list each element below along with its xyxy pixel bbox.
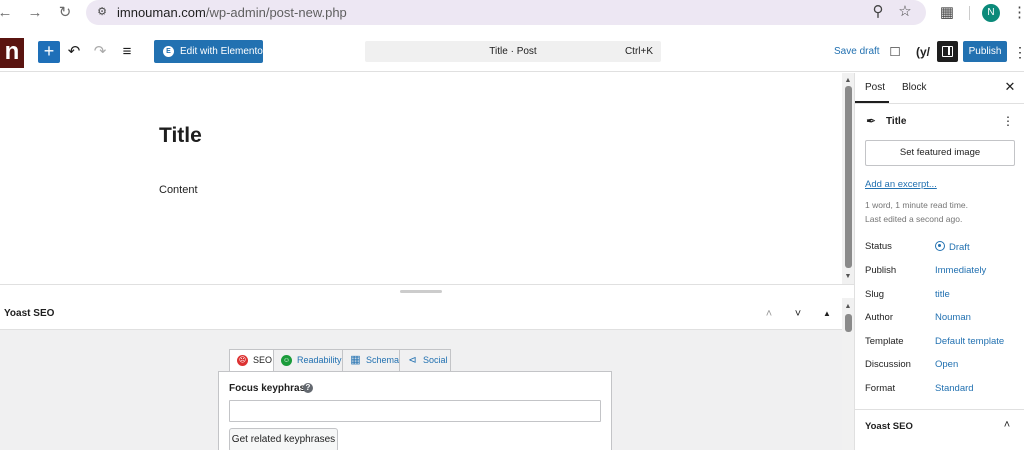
format-value[interactable]: Standard	[935, 383, 974, 394]
discussion-value[interactable]: Open	[935, 359, 958, 370]
yoast-tab-seo[interactable]: ☹ SEO	[229, 349, 274, 372]
address-bar[interactable]: ⚙ imnouman.com/wp-admin/post-new.php ⚲ ☆	[86, 0, 926, 25]
collapse-metabox-icon[interactable]: ▲	[820, 306, 834, 322]
focus-keyphrase-label: Focus keyphrase	[229, 383, 311, 394]
publish-label: Publish	[865, 265, 897, 276]
yoast-tab-label: Social	[423, 355, 448, 365]
focus-keyphrase-input[interactable]	[229, 400, 601, 422]
url-path: /wp-admin/post-new.php	[205, 5, 347, 20]
chevron-up-icon[interactable]: ˄	[1000, 418, 1014, 432]
publish-value[interactable]: Immediately	[935, 265, 986, 276]
command-title: Title · Post	[489, 46, 537, 57]
settings-sidebar-toggle[interactable]	[937, 41, 958, 62]
sidebar-icon	[942, 46, 953, 57]
scroll-down-arrow-icon[interactable]: ▼	[842, 272, 854, 282]
resize-handle[interactable]	[400, 290, 442, 293]
yoast-tab-label: Readability	[297, 355, 342, 365]
schema-grid-icon: ▦	[350, 354, 361, 366]
canvas-scrollbar-thumb[interactable]	[845, 86, 852, 268]
document-actions-icon[interactable]: ⋮	[1002, 114, 1014, 128]
save-draft-button[interactable]: Save draft	[834, 46, 880, 57]
yoast-metabox-title: Yoast SEO	[4, 308, 55, 319]
elementor-button-label: Edit with Elementor	[180, 46, 267, 57]
active-tab-indicator	[855, 101, 889, 103]
yoast-tab-label: Schema	[366, 355, 400, 365]
set-featured-image-button[interactable]: Set featured image	[865, 140, 1015, 166]
preview-icon[interactable]: □	[885, 41, 905, 63]
undo-icon[interactable]: ↶	[64, 41, 84, 63]
publish-button[interactable]: Publish	[963, 41, 1007, 62]
format-label: Format	[865, 383, 896, 394]
author-value[interactable]: Nouman	[935, 312, 971, 323]
slug-value[interactable]: title	[935, 289, 950, 300]
post-content[interactable]: Content	[159, 184, 198, 196]
sidebar-tab-block[interactable]: Block	[902, 82, 926, 93]
readability-score-icon: ☺	[281, 355, 292, 366]
status-value-text: Draft	[949, 242, 970, 253]
last-edited-text: Last edited a second ago.	[865, 214, 963, 224]
yoast-tab-readability[interactable]: ☺ Readability	[273, 349, 343, 371]
editor-canvas[interactable]	[0, 73, 854, 284]
read-time-text: 1 word, 1 minute read time.	[865, 200, 968, 210]
site-logo[interactable]: n	[0, 38, 24, 68]
screen: ← → ↻ ⚙ imnouman.com/wp-admin/post-new.p…	[0, 0, 1024, 450]
template-value[interactable]: Default template	[935, 336, 1004, 347]
reload-icon[interactable]: ↻	[56, 4, 74, 22]
redo-icon[interactable]: ↷	[90, 41, 110, 63]
close-icon[interactable]: ✕	[1003, 80, 1017, 94]
command-shortcut: Ctrl+K	[624, 46, 653, 57]
extensions-icon[interactable]: ▦	[937, 3, 957, 23]
share-icon: ⊲	[408, 355, 417, 366]
scroll-up-arrow-icon[interactable]: ▲	[842, 76, 854, 86]
edit-with-elementor-button[interactable]: E Edit with Elementor	[154, 40, 267, 63]
yoast-tab-schema[interactable]: ▦ Schema	[342, 349, 400, 371]
get-related-keyphrases-button[interactable]: Get related keyphrases	[229, 428, 338, 450]
back-arrow-icon[interactable]: ←	[0, 4, 14, 22]
yoast-tab-label: SEO	[253, 355, 273, 365]
profile-avatar[interactable]: N	[982, 4, 1000, 22]
seo-score-icon: ☹	[237, 355, 248, 366]
discussion-label: Discussion	[865, 359, 911, 370]
options-menu-icon[interactable]: ⋮	[1013, 41, 1024, 63]
forward-arrow-icon[interactable]: →	[26, 4, 44, 22]
move-up-icon[interactable]: ˄	[762, 306, 776, 322]
metabox-scroll-up-icon[interactable]: ▲	[842, 302, 854, 312]
sidebar-section-divider	[855, 409, 1024, 410]
status-value[interactable]: Draft	[935, 241, 970, 253]
browser-menu-icon[interactable]: ⋮	[1012, 3, 1024, 23]
document-title: Title	[886, 116, 907, 127]
elementor-logo-icon: E	[163, 46, 174, 57]
command-palette-bar[interactable]: Title · Post Ctrl+K	[365, 41, 661, 62]
site-settings-icon[interactable]: ⚙	[94, 4, 110, 20]
yoast-toolbar-icon[interactable]: (y/	[912, 42, 934, 62]
document-overview-icon[interactable]: ≡	[117, 41, 137, 63]
yoast-tab-social[interactable]: ⊲ Social	[399, 349, 451, 371]
sidebar-tab-post[interactable]: Post	[865, 82, 885, 93]
author-label: Author	[865, 312, 893, 323]
slug-label: Slug	[865, 289, 885, 300]
template-label: Template	[865, 336, 904, 347]
add-block-button[interactable]: +	[38, 41, 60, 63]
draft-status-icon	[935, 241, 945, 251]
url-text: imnouman.com/wp-admin/post-new.php	[117, 5, 347, 20]
feather-pen-icon: ✒	[866, 114, 877, 128]
tab-divider	[855, 103, 1024, 104]
move-down-icon[interactable]: ˅	[791, 306, 805, 322]
help-icon[interactable]: ?	[303, 383, 313, 393]
bookmark-star-icon[interactable]: ☆	[895, 2, 915, 22]
post-title[interactable]: Title	[159, 124, 202, 148]
yoast-metabox-header	[0, 298, 842, 330]
toolbar-divider	[969, 6, 970, 20]
metabox-scrollbar-thumb[interactable]	[845, 314, 852, 332]
sidebar-yoast-title[interactable]: Yoast SEO	[865, 421, 913, 432]
status-label: Status	[865, 241, 892, 252]
url-host: imnouman.com	[117, 5, 206, 20]
zoom-icon[interactable]: ⚲	[868, 2, 888, 22]
add-excerpt-link[interactable]: Add an excerpt...	[865, 179, 937, 190]
